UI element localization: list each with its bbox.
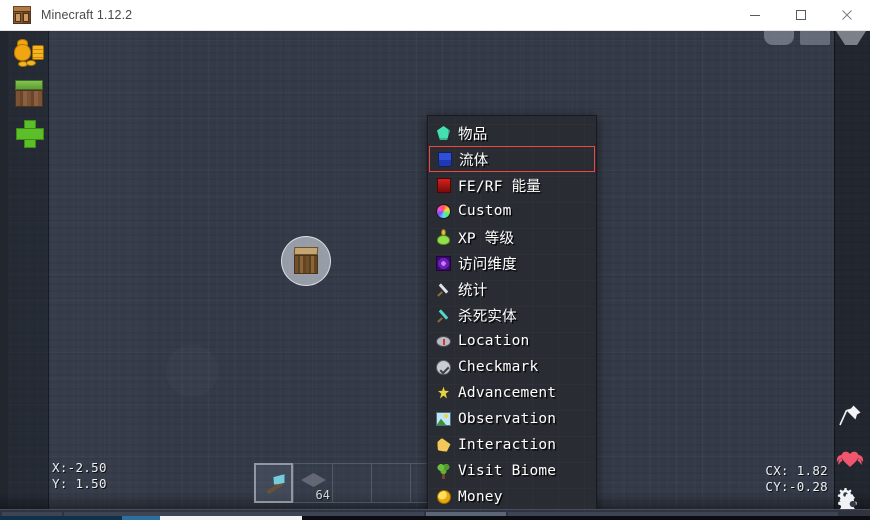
- gears-icon: [837, 488, 857, 509]
- menu-item-label: 杀死实体: [458, 308, 517, 325]
- diamond-sword-icon: [435, 307, 452, 324]
- wood-log-icon: [292, 247, 320, 275]
- right-sidebar: [833, 401, 867, 509]
- close-button[interactable]: [824, 0, 870, 31]
- menu-item-statistics[interactable]: 统计: [428, 276, 596, 302]
- maximize-icon: [796, 10, 806, 20]
- menu-item-label: Advancement: [458, 385, 557, 401]
- menu-item-label: Interaction: [458, 437, 557, 453]
- checkmark-icon: [435, 359, 452, 376]
- menu-item-label: Custom: [458, 203, 512, 219]
- pushpin-icon: [839, 405, 861, 426]
- menu-item-money[interactable]: Money: [428, 484, 596, 509]
- menu-item-item[interactable]: 物品: [428, 120, 596, 146]
- energy-icon: [435, 177, 452, 194]
- widget-b-icon: [800, 31, 830, 45]
- compass-icon: [435, 333, 452, 350]
- minimize-icon: [750, 15, 760, 16]
- emerald-icon: [435, 125, 452, 142]
- hotbar-slot-3[interactable]: [332, 463, 371, 503]
- xp-bottle-icon: [435, 229, 452, 246]
- menu-item-energy[interactable]: FE/RF 能量: [428, 172, 596, 198]
- bottom-edge-strip: [0, 516, 870, 520]
- menu-item-interaction[interactable]: Interaction: [428, 432, 596, 458]
- window-titlebar: Minecraft 1.12.2: [0, 0, 870, 31]
- grass-block-icon: [15, 79, 43, 107]
- top-right-widgets: [764, 31, 866, 45]
- portal-icon: [435, 255, 452, 272]
- menu-item-observation[interactable]: Observation: [428, 406, 596, 432]
- menu-item-label: Money: [458, 489, 503, 505]
- custom-icon: [435, 203, 452, 220]
- context-menu[interactable]: 物品 流体 FE/RF 能量 Custom XP 等级 访问维度 统计 杀死实体…: [427, 115, 597, 509]
- empty-node[interactable]: [166, 345, 218, 397]
- menu-item-label: XP 等级: [458, 230, 515, 247]
- fluid-icon: [436, 151, 453, 168]
- menu-item-label: Location: [458, 333, 530, 349]
- menu-item-xp-level[interactable]: XP 等级: [428, 224, 596, 250]
- menu-item-custom[interactable]: Custom: [428, 198, 596, 224]
- widget-a-icon: [764, 31, 794, 45]
- sidebar-item-grass-block[interactable]: [12, 76, 46, 110]
- hud-cursor-coordinates: CX: 1.82 CY:-0.28: [765, 463, 828, 494]
- hotbar-slot-4[interactable]: [371, 463, 410, 503]
- pin-button[interactable]: [835, 401, 865, 431]
- image-icon: [435, 411, 452, 428]
- advancement-icon: [435, 385, 452, 402]
- menu-item-label: 流体: [459, 152, 489, 169]
- minimize-button[interactable]: [732, 0, 778, 31]
- settings-button[interactable]: [835, 485, 865, 509]
- menu-item-label: 物品: [458, 126, 488, 143]
- menu-item-label: Observation: [458, 411, 557, 427]
- menu-item-label: Visit Biome: [458, 463, 557, 479]
- close-icon: [842, 10, 852, 20]
- app-root: Minecraft 1.12.2 X:-2.50 Y: 1.50 CX: 1.8…: [0, 0, 870, 520]
- viewport-left-column: [49, 31, 144, 509]
- menu-item-kill-entity[interactable]: 杀死实体: [428, 302, 596, 328]
- coin-icon: [435, 489, 452, 506]
- menu-item-label: Checkmark: [458, 359, 539, 375]
- widget-c-icon: [836, 31, 866, 45]
- menu-item-label: 访问维度: [458, 256, 517, 273]
- menu-item-advancement[interactable]: Advancement: [428, 380, 596, 406]
- add-plus-icon: [15, 119, 44, 148]
- money-bag-icon: [14, 39, 44, 67]
- menu-item-label: FE/RF 能量: [458, 178, 541, 195]
- stone-item-icon: [301, 473, 326, 487]
- hud-player-coordinates: X:-2.50 Y: 1.50: [52, 460, 107, 491]
- sidebar-item-add[interactable]: [12, 116, 46, 150]
- biome-icon: [435, 463, 452, 480]
- sidebar-item-money[interactable]: [12, 36, 46, 70]
- iron-sword-icon: [435, 281, 452, 298]
- menu-item-checkmark[interactable]: Checkmark: [428, 354, 596, 380]
- window-title: Minecraft 1.12.2: [41, 8, 133, 22]
- left-sidebar: [10, 36, 48, 150]
- game-viewport[interactable]: X:-2.50 Y: 1.50 CX: 1.82 CY:-0.28 64 物品: [0, 31, 870, 509]
- menu-item-visit-biome[interactable]: Visit Biome: [428, 458, 596, 484]
- maximize-button[interactable]: [778, 0, 824, 31]
- hotbar-slot-2[interactable]: 64: [293, 463, 332, 503]
- hotbar-slot-2-count: 64: [315, 488, 330, 502]
- favorite-button[interactable]: [835, 443, 865, 473]
- crafting-table-icon: [12, 5, 32, 25]
- menu-item-fluid[interactable]: 流体: [429, 146, 595, 172]
- menu-item-label: 统计: [458, 282, 488, 299]
- menu-item-visit-dimension[interactable]: 访问维度: [428, 250, 596, 276]
- viewport-left-edge: [0, 31, 8, 509]
- interaction-icon: [435, 437, 452, 454]
- diamond-axe-icon: [262, 472, 288, 496]
- winged-heart-icon: [836, 451, 864, 467]
- wood-log-block[interactable]: [281, 236, 331, 286]
- menu-item-location[interactable]: Location: [428, 328, 596, 354]
- hotbar[interactable]: 64: [254, 463, 449, 503]
- hotbar-slot-1[interactable]: [254, 463, 293, 503]
